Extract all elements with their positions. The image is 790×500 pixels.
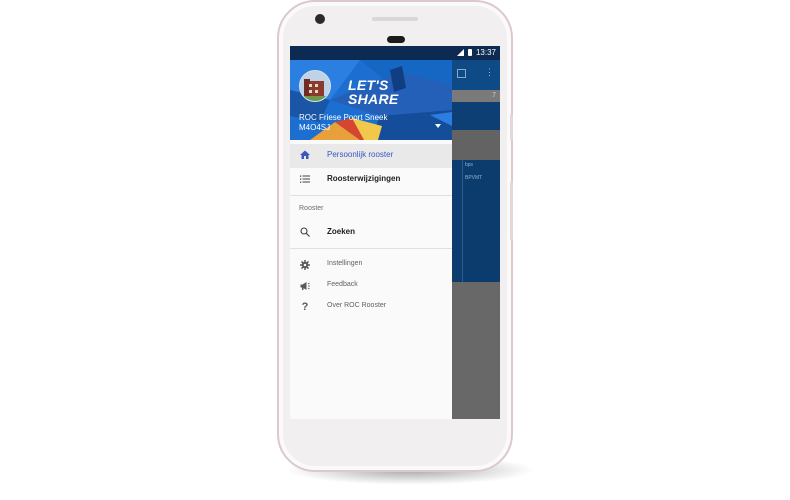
background-empty-area [452, 282, 500, 419]
background-divider [462, 160, 463, 282]
question-icon: ? [301, 301, 309, 313]
nav-item-persoonlijk-rooster[interactable]: Persoonlijk rooster [290, 144, 452, 168]
home-icon [300, 150, 310, 159]
nav-item-label: Persoonlijk rooster [327, 150, 394, 159]
signal-icon [456, 49, 464, 56]
nav-item-label: Instellingen [327, 260, 363, 267]
earpiece-speaker [372, 17, 418, 21]
gear-icon [300, 260, 310, 270]
school-name: ROC Friese Poort Sneek [299, 113, 388, 122]
megaphone-icon [300, 282, 310, 290]
list-icon [300, 175, 310, 183]
nav-item-label: Feedback [327, 281, 358, 288]
divider [290, 248, 452, 249]
account-dropdown-icon[interactable] [435, 124, 441, 128]
drawer-header[interactable]: LET'S SHARE ROC Friese Poort Sneek M4O4S… [290, 60, 452, 140]
calendar-icon[interactable] [457, 69, 466, 78]
volume-button[interactable] [510, 182, 513, 240]
front-camera [315, 14, 325, 24]
divider [290, 195, 452, 196]
class-code: M4O4SJ [299, 123, 331, 132]
nav-item-label: Roosterwijzigingen [327, 174, 401, 183]
school-avatar[interactable] [299, 70, 331, 102]
background-toolbar: ⋮ [452, 60, 500, 90]
nav-item-label: Zoeken [327, 227, 356, 236]
nav-item-label: Over ROC Rooster [327, 302, 387, 309]
search-icon [300, 227, 310, 237]
building-icon [300, 71, 330, 101]
status-time: 13:37 [475, 48, 496, 57]
section-header-rooster: Rooster [299, 205, 324, 212]
nav-item-roosterwijzigingen[interactable]: Roosterwijzigingen [290, 168, 452, 192]
battery-icon [467, 49, 472, 56]
background-app: ⋮ 7 bps BPVMT [452, 60, 500, 419]
brand-slogan: LET'S SHARE [348, 77, 399, 107]
background-day-number: 7 [492, 92, 496, 99]
status-bar: 13:37 [290, 46, 500, 60]
nav-item-zoeken[interactable]: Zoeken [290, 221, 452, 245]
background-cell-text-1: bps [465, 162, 474, 168]
phone-screen: 13:37 ⋮ 7 bps BPVMT LET'S SHARE ROC Frie… [290, 46, 500, 419]
power-button[interactable] [510, 114, 513, 140]
background-cell-text-2: BPVMT [465, 175, 483, 181]
proximity-sensor [387, 36, 405, 43]
background-lesson-block: bps BPVMT [452, 160, 500, 282]
background-gap [452, 130, 500, 160]
nav-item-over-roc-rooster[interactable]: ? Over ROC Rooster [290, 296, 452, 320]
overflow-menu-icon[interactable]: ⋮ [485, 68, 494, 77]
background-row [452, 102, 500, 130]
navigation-drawer: LET'S SHARE ROC Friese Poort Sneek M4O4S… [290, 60, 452, 419]
background-day-header: 7 [452, 90, 500, 102]
